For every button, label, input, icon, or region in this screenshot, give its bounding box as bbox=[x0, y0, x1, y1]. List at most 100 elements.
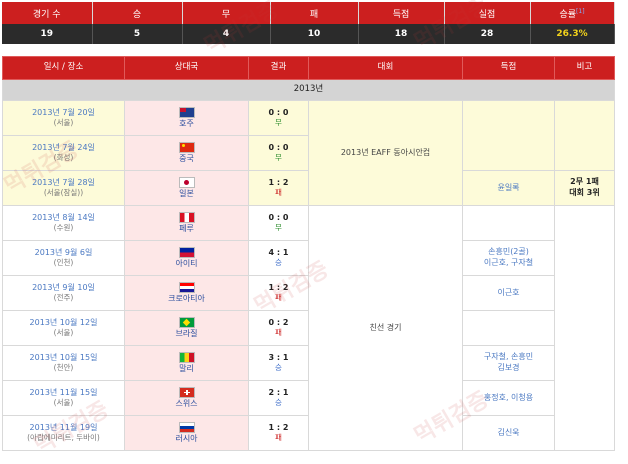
result-label: 승 bbox=[275, 363, 282, 373]
opponent-name[interactable]: 러시아 bbox=[125, 434, 248, 445]
score-cell: 1 : 2 패 bbox=[248, 415, 309, 451]
opponent-cell: 아이티 bbox=[124, 240, 249, 276]
match-venue: (서울) bbox=[53, 328, 74, 338]
scorers-line-2[interactable]: 이근호, 구자철 bbox=[463, 258, 554, 269]
competition-friendly: 친선 경기 bbox=[308, 205, 463, 451]
match-venue: (서울) bbox=[53, 118, 74, 128]
score: 0 : 0 bbox=[268, 142, 289, 152]
score-cell: 0 : 0 무 bbox=[248, 100, 309, 136]
col-header-opponent: 상대국 bbox=[124, 56, 249, 80]
match-date[interactable]: 2013년 10월 12일 bbox=[3, 318, 124, 329]
scorers-cell[interactable]: 김신욱 bbox=[462, 415, 555, 451]
opponent-name[interactable]: 페루 bbox=[125, 224, 248, 235]
page: 경기 수 승 무 패 득점 실점 승률[1] 19 5 4 10 18 28 2… bbox=[0, 0, 628, 464]
col-header-scorers: 득점 bbox=[462, 56, 555, 80]
scorers-cell: 손흥민(2골) 이근호, 구자철 bbox=[462, 240, 555, 276]
russia-flag-icon bbox=[178, 421, 195, 433]
match-date[interactable]: 2013년 7월 24일 bbox=[3, 143, 124, 154]
summary-losses-value: 10 bbox=[270, 24, 359, 44]
haiti-flag-icon bbox=[178, 246, 195, 258]
summary-table: 경기 수 승 무 패 득점 실점 승률[1] 19 5 4 10 18 28 2… bbox=[2, 2, 615, 44]
opponent-name[interactable]: 중국 bbox=[125, 154, 248, 165]
scorers-line-2[interactable]: 김보경 bbox=[463, 363, 554, 374]
summary-header-goals-against: 실점 bbox=[444, 2, 531, 24]
peru-flag-icon bbox=[178, 211, 195, 223]
result-label: 패 bbox=[275, 293, 282, 303]
score: 3 : 1 bbox=[268, 352, 289, 362]
match-date-cell: 2013년 9월 10일 (전주) bbox=[2, 275, 125, 311]
match-venue: (인천) bbox=[53, 258, 74, 268]
scorers-line-1[interactable]: 손흥민(2골) bbox=[463, 247, 554, 258]
notes-empty bbox=[554, 205, 615, 451]
scorers-empty bbox=[462, 310, 555, 346]
match-date[interactable]: 2013년 10월 15일 bbox=[3, 353, 124, 364]
opponent-name[interactable]: 브라질 bbox=[125, 329, 248, 340]
match-venue: (서울(잠실)) bbox=[43, 188, 84, 198]
result-label: 패 bbox=[275, 328, 282, 338]
col-header-date: 일시 / 장소 bbox=[2, 56, 125, 80]
match-date[interactable]: 2013년 9월 10일 bbox=[3, 283, 124, 294]
win-rate-label: 승률 bbox=[559, 9, 577, 20]
score-cell: 0 : 2 패 bbox=[248, 310, 309, 346]
score-cell: 2 : 1 승 bbox=[248, 380, 309, 416]
score-cell: 3 : 1 승 bbox=[248, 345, 309, 381]
scorers-cell[interactable]: 이근호 bbox=[462, 275, 555, 311]
opponent-name[interactable]: 일본 bbox=[125, 189, 248, 200]
year-row: 2013년 bbox=[2, 79, 615, 101]
match-venue: (전주) bbox=[53, 293, 74, 303]
col-header-notes: 비고 bbox=[554, 56, 615, 80]
match-date[interactable]: 2013년 7월 20일 bbox=[3, 108, 124, 119]
opponent-name[interactable]: 아이티 bbox=[125, 259, 248, 270]
summary-header-goals-for: 득점 bbox=[358, 2, 445, 24]
result-label: 승 bbox=[275, 258, 282, 268]
score: 1 : 2 bbox=[268, 422, 289, 432]
score: 0 : 0 bbox=[268, 212, 289, 222]
japan-flag-icon bbox=[178, 176, 195, 188]
match-date-cell: 2013년 9월 6일 (인천) bbox=[2, 240, 125, 276]
score-cell: 0 : 0 무 bbox=[248, 135, 309, 171]
match-date[interactable]: 2013년 8월 14일 bbox=[3, 213, 124, 224]
match-date[interactable]: 2013년 11월 15일 bbox=[3, 388, 124, 399]
china-flag-icon bbox=[178, 141, 195, 153]
match-date-cell: 2013년 10월 15일 (천안) bbox=[2, 345, 125, 381]
brazil-flag-icon bbox=[178, 316, 195, 328]
opponent-cell: 스위스 bbox=[124, 380, 249, 416]
competition-eaff[interactable]: 2013년 EAFF 동아시안컵 bbox=[308, 100, 463, 206]
result-label: 무 bbox=[275, 118, 282, 128]
scorers-empty bbox=[462, 100, 555, 171]
score: 4 : 1 bbox=[268, 247, 289, 257]
match-date[interactable]: 2013년 11월 19일 bbox=[3, 423, 124, 434]
summary-win-rate-value: 26.3% bbox=[530, 24, 615, 44]
scorers-cell[interactable]: 홍정호, 이청용 bbox=[462, 380, 555, 416]
opponent-name[interactable]: 말리 bbox=[125, 364, 248, 375]
match-date-cell: 2013년 11월 15일 (서울) bbox=[2, 380, 125, 416]
scorers-line-1[interactable]: 구자철, 손흥민 bbox=[463, 352, 554, 363]
opponent-cell: 중국 bbox=[124, 135, 249, 171]
match-date-cell: 2013년 11월 19일 (아랍에미리트, 두바이) bbox=[2, 415, 125, 451]
table-row: 2013년 7월 20일 (서울) 호주 0 : 0 무 2013년 EAFF … bbox=[2, 100, 615, 206]
opponent-cell: 말리 bbox=[124, 345, 249, 381]
match-date[interactable]: 2013년 9월 6일 bbox=[3, 248, 124, 259]
summary-wins-value: 5 bbox=[92, 24, 183, 44]
opponent-cell: 일본 bbox=[124, 170, 249, 206]
match-venue: (수원) bbox=[53, 223, 74, 233]
match-date-cell: 2013년 7월 28일 (서울(잠실)) bbox=[2, 170, 125, 206]
col-header-result: 결과 bbox=[248, 56, 309, 80]
opponent-name[interactable]: 크로아티아 bbox=[125, 294, 248, 305]
match-venue: (천안) bbox=[53, 363, 74, 373]
match-date[interactable]: 2013년 7월 28일 bbox=[3, 178, 124, 189]
match-venue: (화성) bbox=[53, 153, 74, 163]
opponent-name[interactable]: 호주 bbox=[125, 119, 248, 130]
result-label: 무 bbox=[275, 223, 282, 233]
footnote-link[interactable]: [1] bbox=[576, 8, 585, 15]
score: 1 : 2 bbox=[268, 177, 289, 187]
scorers-cell[interactable]: 윤일록 bbox=[462, 170, 555, 206]
opponent-cell: 브라질 bbox=[124, 310, 249, 346]
table-row: 2013년 8월 14일 (수원) 페루 0 : 0 무 친선 경기 bbox=[2, 205, 615, 451]
summary-games-value: 19 bbox=[2, 24, 93, 44]
results-table: 일시 / 장소 상대국 결과 대회 득점 비고 2013년 2013년 7월 2… bbox=[2, 56, 615, 451]
result-label: 패 bbox=[275, 188, 282, 198]
opponent-name[interactable]: 스위스 bbox=[125, 399, 248, 410]
opponent-cell: 크로아티아 bbox=[124, 275, 249, 311]
summary-header-win-rate: 승률[1] bbox=[530, 2, 615, 24]
